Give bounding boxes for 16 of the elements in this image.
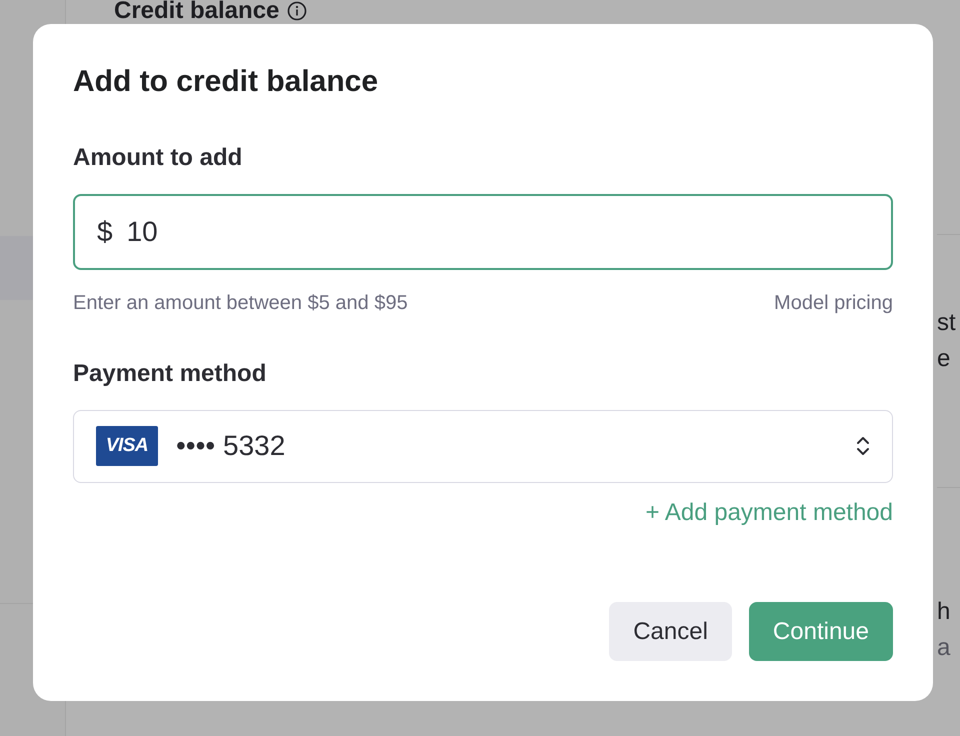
payment-select[interactable]: VISA •••• 5332 [73,410,893,483]
hint-text: Enter an amount between $5 and $95 [73,290,408,314]
section-heading: Credit balance [114,0,280,26]
cut-off-text: h [937,597,950,627]
cut-off-text: st [937,308,956,338]
dialog-title: Add to credit balance [73,64,378,100]
field-label: Amount to add [73,144,242,172]
card-logo: VISA [96,426,158,466]
cut-off-text: e [937,344,950,374]
amount-field[interactable]: $ 10 [73,194,893,270]
chevron-icon [856,435,870,458]
field-label: Payment method [73,360,266,388]
pricing-link[interactable]: Model pricing [774,290,893,314]
cancel-button[interactable]: Cancel [609,602,732,661]
info-icon [287,1,308,21]
cut-off-text: a [937,633,950,663]
